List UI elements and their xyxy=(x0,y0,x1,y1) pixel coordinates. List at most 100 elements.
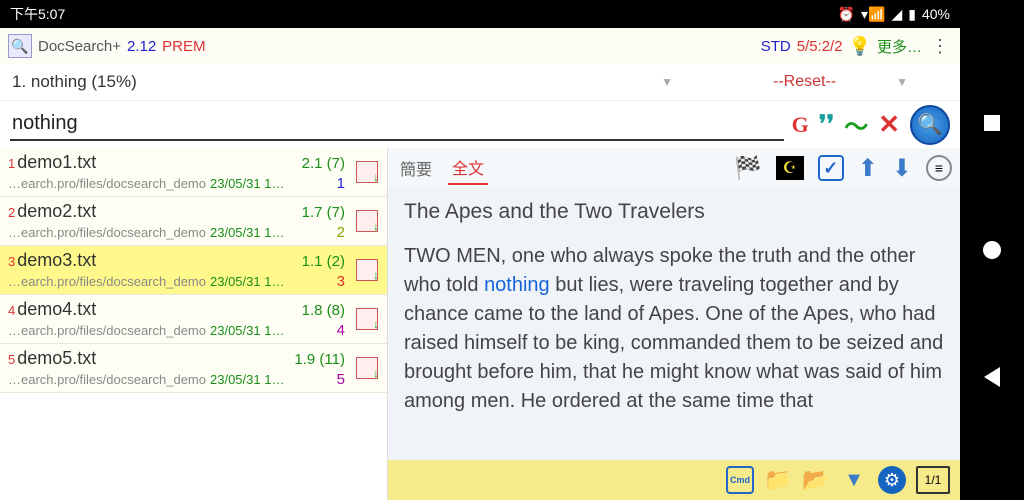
filter-icon[interactable]: ▼ xyxy=(840,466,868,494)
app-name: DocSearch+ xyxy=(38,38,121,55)
app-icon: 🔍 xyxy=(8,34,32,58)
result-open-button[interactable] xyxy=(353,207,381,235)
overflow-menu[interactable]: ⋮ xyxy=(928,36,952,57)
fuzzy-icon[interactable]: 〜 xyxy=(844,107,868,142)
signal-icon: ◢ xyxy=(891,6,902,23)
system-nav xyxy=(960,0,1024,500)
reset-dropdown[interactable]: --Reset-- xyxy=(713,73,896,91)
quote-icon[interactable]: ❜❜ xyxy=(819,110,834,139)
search-button[interactable]: 🔍 xyxy=(910,105,950,145)
result-item[interactable]: 1 demo1.txt 2.1 (7) …earch.pro/files/doc… xyxy=(0,148,387,197)
filter-row: 1. nothing (15%) ▼ --Reset-- ▼ xyxy=(0,64,960,100)
result-filename: demo2.txt xyxy=(17,201,96,222)
result-index: 5 xyxy=(8,352,15,367)
up-arrow-icon[interactable]: ⬆ xyxy=(858,154,878,183)
filter-dropdown-label: 1. nothing (15%) xyxy=(12,72,137,92)
result-date: 23/05/31 1… xyxy=(210,274,284,289)
tab-fulltext[interactable]: 全文 xyxy=(448,151,488,185)
result-filename: demo5.txt xyxy=(17,348,96,369)
result-path: …earch.pro/files/docsearch_demo xyxy=(8,225,206,240)
highlight-term: nothing xyxy=(484,274,550,296)
chevron-down-icon: ▼ xyxy=(896,75,908,89)
clear-icon[interactable]: ✕ xyxy=(878,109,900,140)
app-header: 🔍 DocSearch+ 2.12 PREM STD 5/5:2/2 💡 更多…… xyxy=(0,28,960,64)
file-download-icon xyxy=(356,259,378,281)
folder-star-icon[interactable]: 📁 xyxy=(764,466,792,494)
back-button[interactable] xyxy=(981,366,1003,388)
prem-label: PREM xyxy=(162,38,205,55)
ratio-label: 5/5:2/2 xyxy=(797,38,843,55)
result-filename: demo1.txt xyxy=(17,152,96,173)
result-count: 5 xyxy=(337,371,345,388)
result-item[interactable]: 5 demo5.txt 1.9 (11) …earch.pro/files/do… xyxy=(0,344,387,393)
alarm-icon: ⏰ xyxy=(838,6,855,23)
night-mode-icon[interactable]: ☪ xyxy=(776,156,804,180)
result-item[interactable]: 3 demo3.txt 1.1 (2) …earch.pro/files/doc… xyxy=(0,246,387,295)
result-path: …earch.pro/files/docsearch_demo xyxy=(8,274,206,289)
preview-content[interactable]: The Apes and the Two Travelers TWO MEN, … xyxy=(388,188,960,460)
result-score: 1.9 (11) xyxy=(294,351,345,368)
search-row: G ❜❜ 〜 ✕ 🔍 xyxy=(0,100,960,148)
result-filename: demo4.txt xyxy=(17,299,96,320)
result-date: 23/05/31 1… xyxy=(210,176,284,191)
check-icon[interactable]: ✓ xyxy=(818,155,844,181)
result-score: 1.7 (7) xyxy=(302,204,345,221)
file-download-icon xyxy=(356,161,378,183)
recents-button[interactable] xyxy=(981,112,1003,134)
result-index: 2 xyxy=(8,205,15,220)
preview-pane: 簡要 全文 🏁 ☪ ✓ ⬆ ⬇ ≡ The Apes and the Two T… xyxy=(388,148,960,500)
file-download-icon xyxy=(356,210,378,232)
bulb-icon[interactable]: 💡 xyxy=(849,36,871,57)
result-index: 4 xyxy=(8,303,15,318)
result-open-button[interactable] xyxy=(353,305,381,333)
status-time: 下午5:07 xyxy=(10,4,838,24)
chevron-down-icon: ▼ xyxy=(661,75,673,89)
result-item[interactable]: 4 demo4.txt 1.8 (8) …earch.pro/files/doc… xyxy=(0,295,387,344)
app-version: 2.12 xyxy=(127,38,156,55)
file-download-icon xyxy=(356,308,378,330)
result-count: 4 xyxy=(337,322,345,339)
result-open-button[interactable] xyxy=(353,354,381,382)
result-score: 1.8 (8) xyxy=(302,302,345,319)
battery-icon: ▮ xyxy=(908,6,916,23)
result-open-button[interactable] xyxy=(353,158,381,186)
cmd-button[interactable]: Cmd xyxy=(726,466,754,494)
reset-label: --Reset-- xyxy=(773,73,836,90)
result-item[interactable]: 2 demo2.txt 1.7 (7) …earch.pro/files/doc… xyxy=(0,197,387,246)
flag-icon[interactable]: 🏁 xyxy=(734,155,761,181)
file-download-icon xyxy=(356,357,378,379)
preview-body: TWO MEN, one who always spoke the truth … xyxy=(404,242,944,416)
result-date: 23/05/31 1… xyxy=(210,372,284,387)
filter-dropdown[interactable]: 1. nothing (15%) ▼ xyxy=(12,72,713,92)
settings-icon[interactable]: ⚙ xyxy=(878,466,906,494)
search-input[interactable] xyxy=(10,108,784,141)
folder-icon[interactable]: 📂 xyxy=(802,466,830,494)
result-index: 3 xyxy=(8,254,15,269)
google-icon[interactable]: G xyxy=(792,112,809,138)
result-open-button[interactable] xyxy=(353,256,381,284)
result-index: 1 xyxy=(8,156,15,171)
preview-title: The Apes and the Two Travelers xyxy=(404,200,944,224)
down-arrow-icon[interactable]: ⬇ xyxy=(892,154,912,183)
bottom-toolbar: Cmd 📁 📂 ▼ ⚙ 1/1 xyxy=(388,460,960,500)
std-label: STD xyxy=(761,38,791,55)
wifi-icon: ▾📶 xyxy=(861,6,885,23)
result-date: 23/05/31 1… xyxy=(210,323,284,338)
result-count: 2 xyxy=(337,224,345,241)
result-score: 2.1 (7) xyxy=(302,155,345,172)
result-filename: demo3.txt xyxy=(17,250,96,271)
tab-summary[interactable]: 簡要 xyxy=(396,152,436,184)
status-bar: 下午5:07 ⏰ ▾📶 ◢ ▮ 40% xyxy=(0,0,960,28)
result-path: …earch.pro/files/docsearch_demo xyxy=(8,323,206,338)
result-count: 1 xyxy=(337,175,345,192)
document-icon[interactable]: ≡ xyxy=(926,155,952,181)
result-count: 3 xyxy=(337,273,345,290)
more-link[interactable]: 更多… xyxy=(877,36,922,57)
result-date: 23/05/31 1… xyxy=(210,225,284,240)
preview-tabs: 簡要 全文 🏁 ☪ ✓ ⬆ ⬇ ≡ xyxy=(388,148,960,188)
result-path: …earch.pro/files/docsearch_demo xyxy=(8,176,206,191)
result-path: …earch.pro/files/docsearch_demo xyxy=(8,372,206,387)
results-list: 1 demo1.txt 2.1 (7) …earch.pro/files/doc… xyxy=(0,148,388,500)
page-indicator[interactable]: 1/1 xyxy=(916,466,950,494)
home-button[interactable] xyxy=(981,239,1003,261)
